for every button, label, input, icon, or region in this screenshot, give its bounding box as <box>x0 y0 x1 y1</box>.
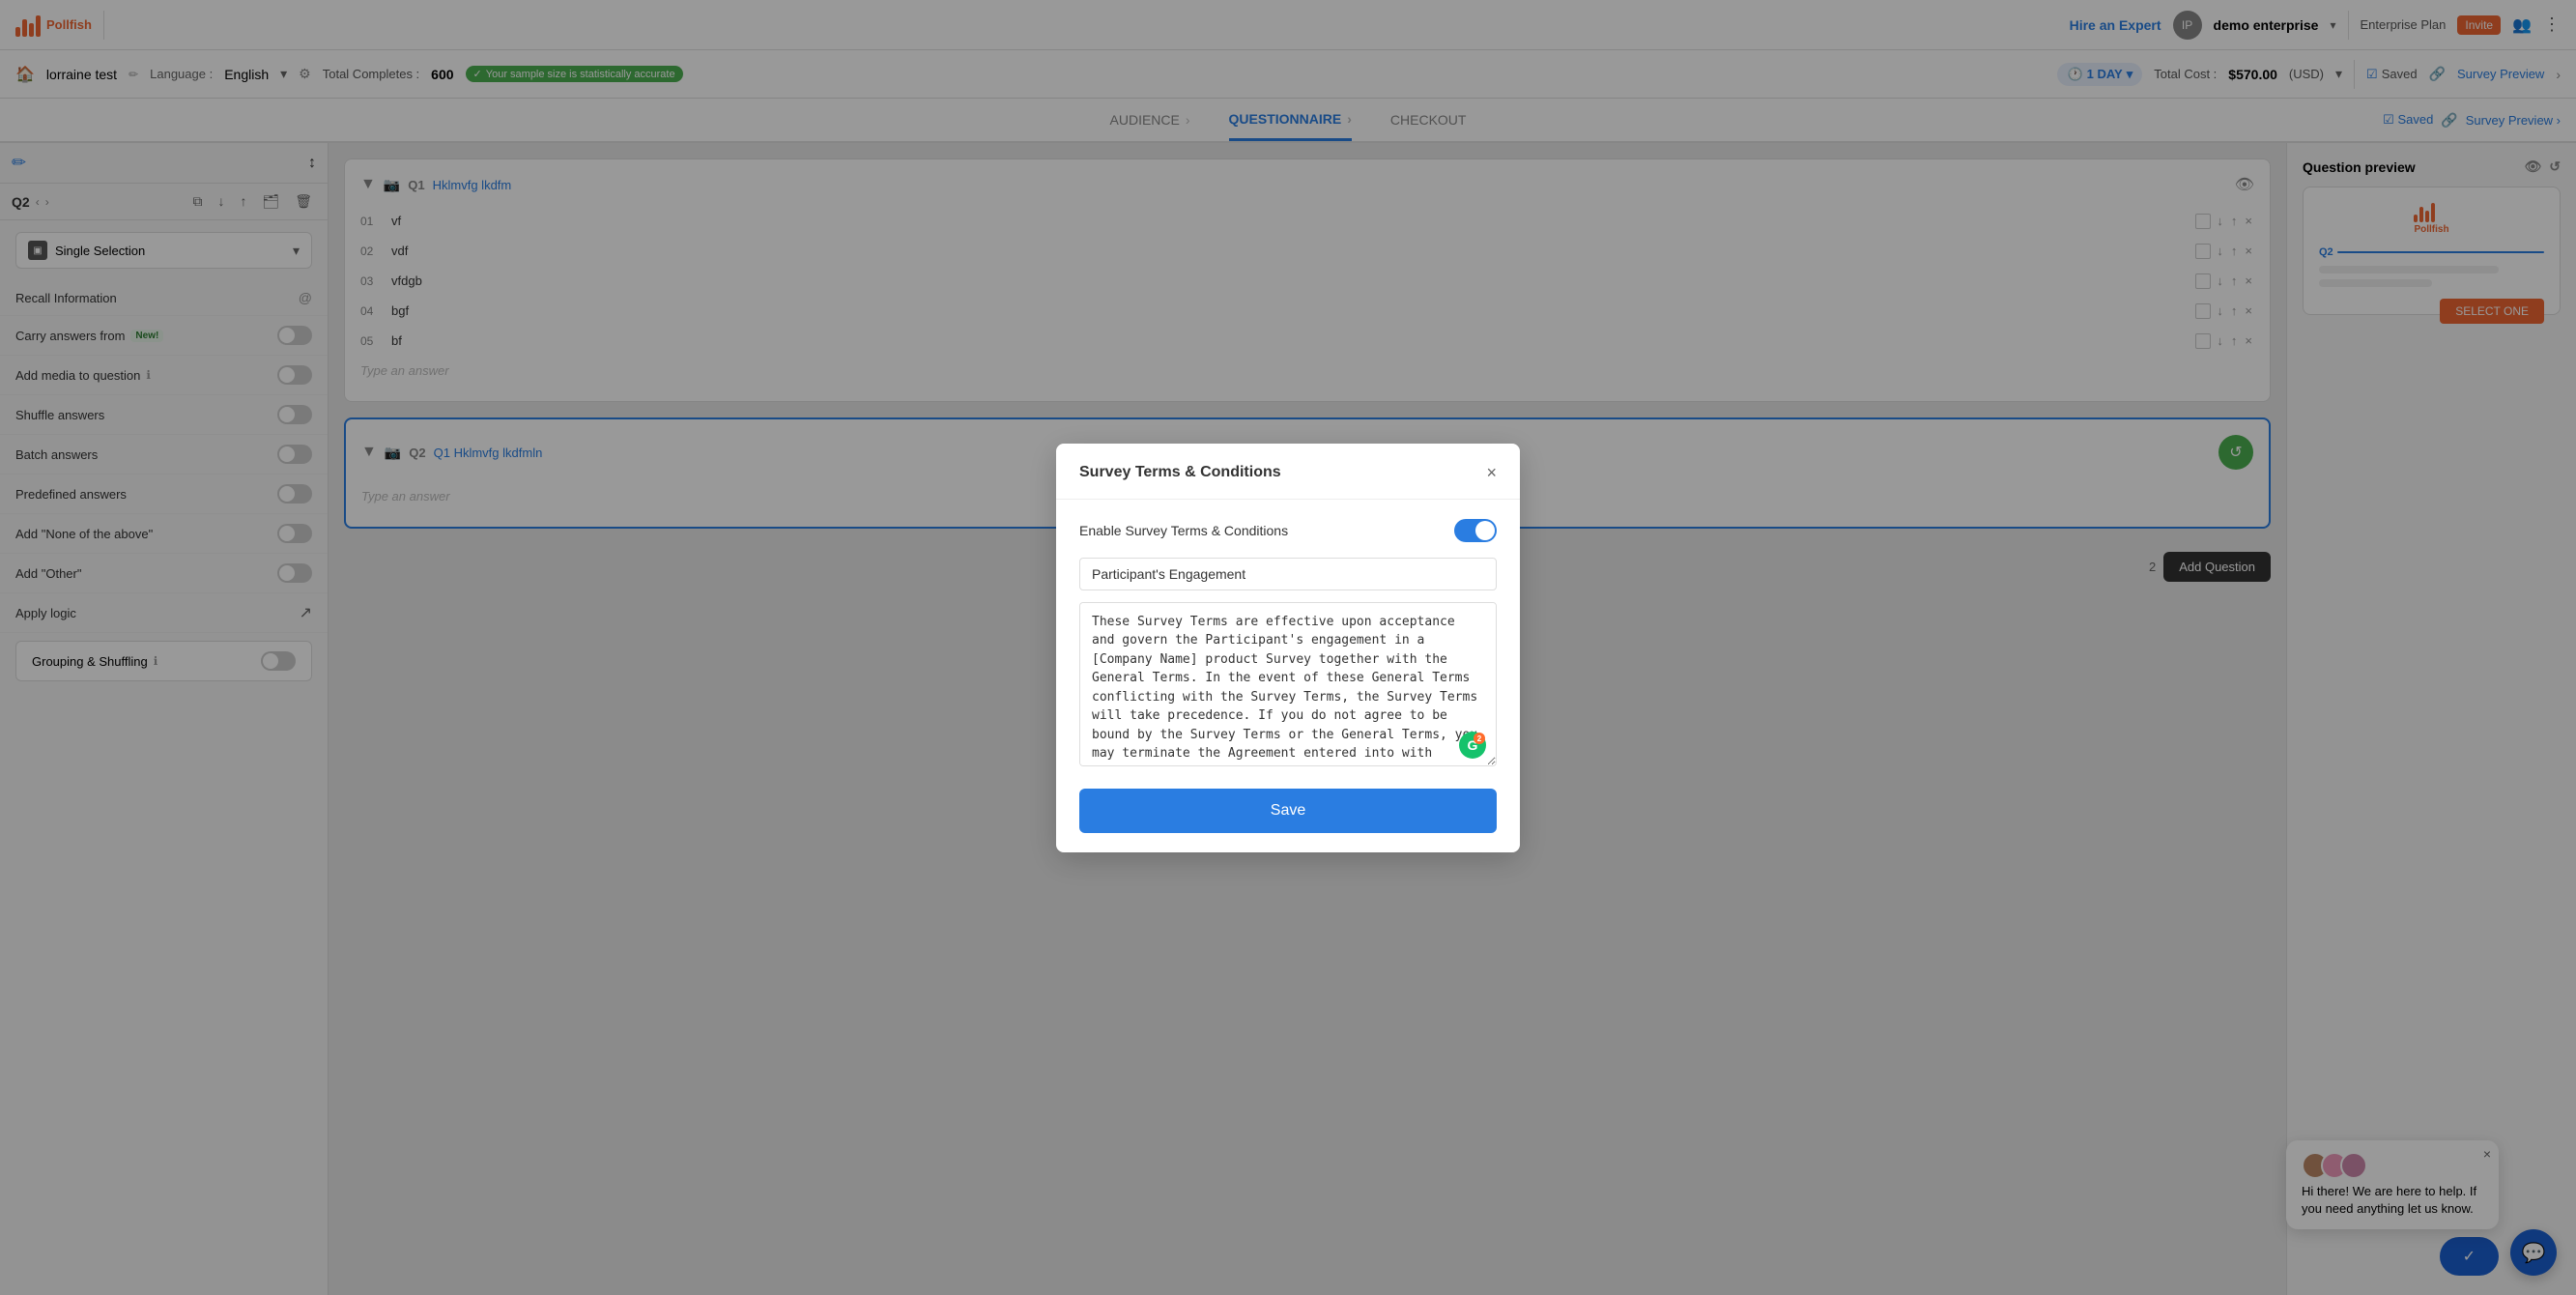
enable-terms-toggle[interactable] <box>1454 519 1497 542</box>
modal-overlay[interactable]: Survey Terms & Conditions × Enable Surve… <box>0 0 2576 1295</box>
survey-terms-modal: Survey Terms & Conditions × Enable Surve… <box>1056 444 1520 852</box>
save-button[interactable]: Save <box>1079 789 1497 833</box>
terms-body-textarea[interactable]: These Survey Terms are effective upon ac… <box>1079 602 1497 766</box>
grammarly-icon: G 2 <box>1458 731 1487 760</box>
modal-footer: Save <box>1056 789 1520 852</box>
terms-title-input[interactable] <box>1079 558 1497 590</box>
modal-close-button[interactable]: × <box>1486 463 1497 483</box>
modal-body: Enable Survey Terms & Conditions These S… <box>1056 500 1520 789</box>
terms-body-wrapper: These Survey Terms are effective upon ac… <box>1079 602 1497 769</box>
enable-terms-row: Enable Survey Terms & Conditions <box>1079 519 1497 542</box>
svg-text:2: 2 <box>1477 734 1482 743</box>
enable-terms-label: Enable Survey Terms & Conditions <box>1079 523 1288 538</box>
modal-header: Survey Terms & Conditions × <box>1056 444 1520 500</box>
modal-title: Survey Terms & Conditions <box>1079 464 1281 481</box>
